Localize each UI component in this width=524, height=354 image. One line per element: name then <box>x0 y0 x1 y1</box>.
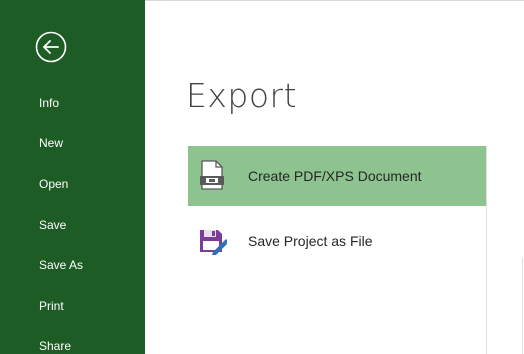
back-button[interactable] <box>35 31 67 63</box>
backstage-view: Info New Open Save Save As Print Share E… <box>0 0 524 354</box>
sidebar-item-share[interactable]: Share <box>0 331 145 354</box>
save-project-as-file-option[interactable]: Save Project as File <box>188 211 486 271</box>
sidebar-item-print[interactable]: Print <box>0 291 145 321</box>
details-divider <box>522 258 523 354</box>
create-pdf-xps-option[interactable]: Create PDF/XPS Document <box>188 146 486 206</box>
sidebar-item-label: Print <box>39 299 64 313</box>
export-option-label: Create PDF/XPS Document <box>248 168 422 184</box>
sidebar-item-info[interactable]: Info <box>0 88 145 118</box>
sidebar-item-label: Open <box>39 177 69 191</box>
sidebar-item-label: Share <box>39 339 72 353</box>
sidebar-item-label: Info <box>39 96 60 110</box>
sidebar-item-label: Save <box>39 218 67 232</box>
back-arrow-circle-icon <box>35 31 67 63</box>
pdf-document-icon <box>199 160 225 190</box>
sidebar-item-open[interactable]: Open <box>0 169 145 199</box>
sidebar-item-save[interactable]: Save <box>0 210 145 240</box>
export-option-label: Save Project as File <box>248 233 373 249</box>
sidebar-item-new[interactable]: New <box>0 128 145 158</box>
export-panel: Export Create PDF/XPS Document Save Proj… <box>145 0 524 354</box>
sidebar-item-label: New <box>39 136 64 150</box>
sidebar-item-label: Save As <box>39 258 84 272</box>
page-title: Export <box>186 76 298 115</box>
save-floppy-icon <box>199 225 229 255</box>
export-options-list: Create PDF/XPS Document Save Project as … <box>188 146 487 354</box>
backstage-sidebar: Info New Open Save Save As Print Share <box>0 0 145 354</box>
sidebar-item-save-as[interactable]: Save As <box>0 250 145 280</box>
